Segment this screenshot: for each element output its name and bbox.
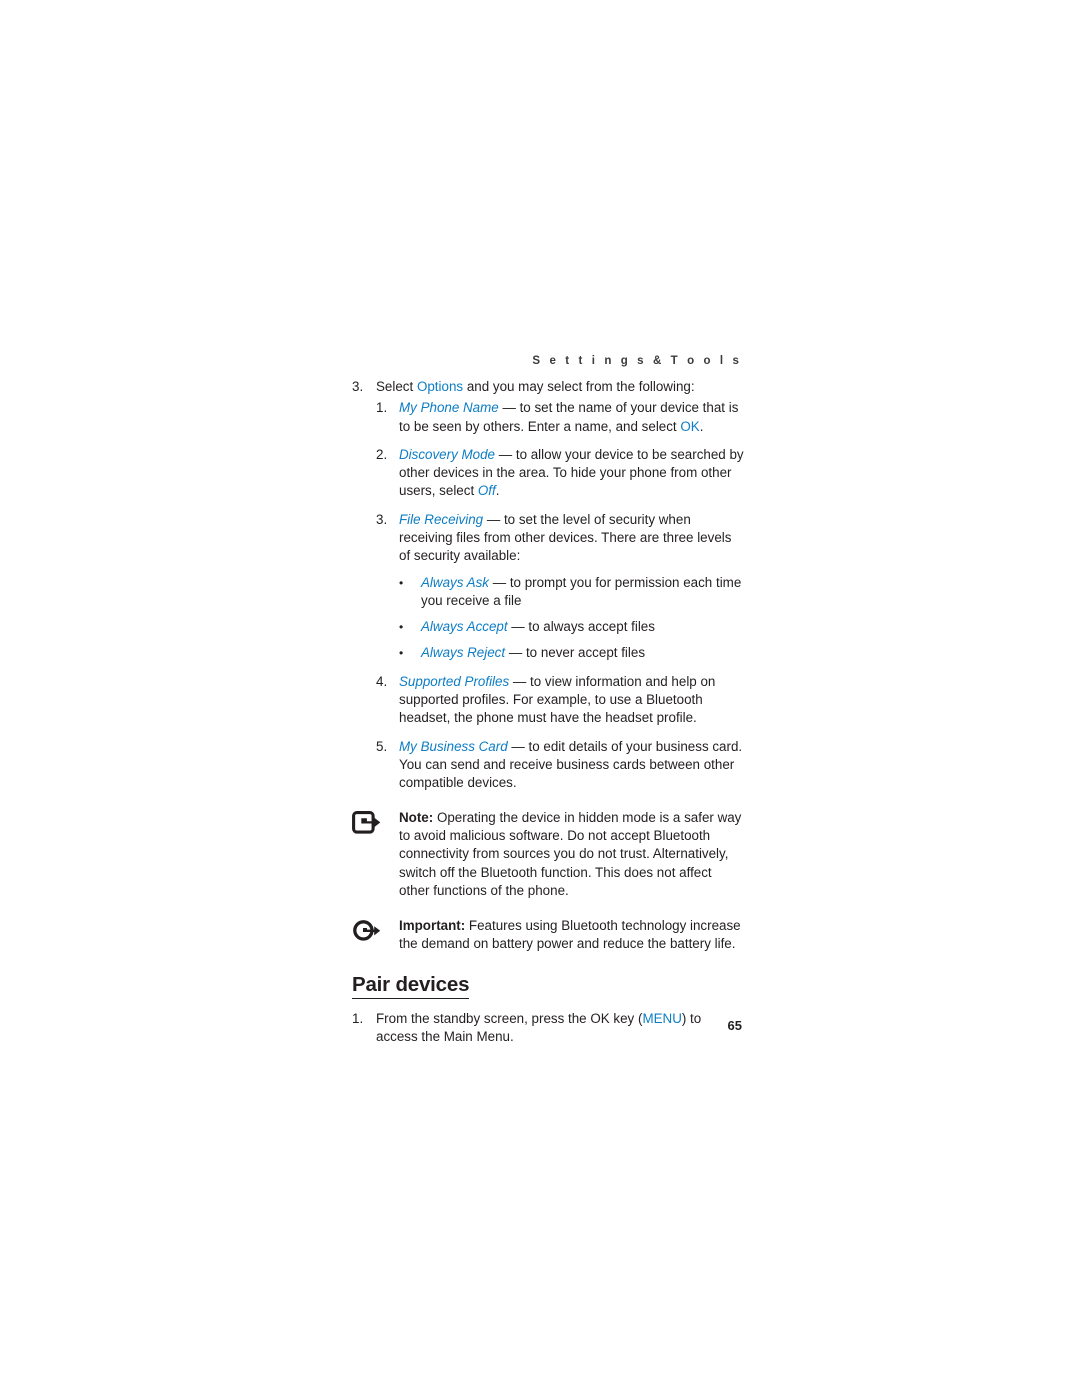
note-icon-cell — [352, 809, 399, 840]
em-dash: — — [505, 644, 526, 660]
running-header: S e t t i n g s & T o o l s — [532, 355, 742, 367]
option-tail: . — [699, 418, 704, 434]
list-text: Discovery Mode — to allow your device to… — [399, 446, 744, 501]
level-term: Always Reject — [421, 644, 506, 660]
important-callout: Important: Features using Bluetooth tech… — [352, 917, 744, 954]
options-keyword: Options — [416, 379, 464, 394]
list-text: My Business Card — to edit details of yo… — [399, 738, 744, 793]
option-term: Discovery Mode — [399, 446, 495, 462]
list-text: Select Options and you may select from t… — [376, 378, 744, 396]
list-text: File Receiving — to set the level of sec… — [399, 511, 744, 566]
page-number: 65 — [727, 1018, 742, 1033]
off-keyword: Off — [477, 483, 496, 499]
list-text: Supported Profiles — to view information… — [399, 673, 744, 728]
page-title: Pair devices — [352, 974, 469, 1000]
em-dash: — — [483, 511, 504, 527]
option-term: My Business Card — [399, 738, 508, 754]
option-term: My Phone Name — [399, 400, 499, 416]
section-heading-wrap: Pair devices — [352, 954, 744, 1000]
step3-post: and you may select from the following: — [463, 379, 695, 394]
list-marker: 1. — [376, 400, 388, 416]
list-marker: 3. — [376, 511, 388, 527]
option-term: Supported Profiles — [399, 673, 510, 689]
list-text: Always Ask — to prompt you for permissio… — [421, 574, 744, 611]
bullet-icon: • — [399, 619, 404, 634]
ok-keyword: OK — [680, 418, 700, 434]
step3-pre: Select — [376, 379, 417, 394]
em-dash: — — [495, 446, 516, 462]
list-item-option-4: 4. Supported Profiles — to view informat… — [376, 673, 744, 728]
important-icon-cell — [352, 917, 399, 948]
security-levels-list: • Always Ask — to prompt you for permiss… — [352, 574, 744, 662]
list-item-option-1: 1. My Phone Name — to set the name of yo… — [376, 399, 744, 436]
em-dash: — — [507, 738, 529, 754]
bullet-icon: • — [399, 645, 404, 660]
note-callout: Note: Operating the device in hidden mod… — [352, 809, 744, 900]
note-label: Note: — [399, 809, 434, 825]
list-marker: 3. — [352, 379, 364, 394]
list-item-bullet-always-reject: • Always Reject — to never accept files — [399, 644, 744, 662]
level-description: to always accept files — [528, 618, 655, 634]
document-page: S e t t i n g s & T o o l s 3. Select Op… — [0, 0, 1080, 1397]
em-dash: — — [509, 673, 531, 689]
list-item-option-2: 2. Discovery Mode — to allow your device… — [376, 446, 744, 501]
list-item-bullet-always-ask: • Always Ask — to prompt you for permiss… — [399, 574, 744, 611]
level-description: to never accept files — [525, 644, 646, 660]
level-term: Always Accept — [421, 618, 508, 634]
list-text: Always Reject — to never accept files — [421, 644, 744, 662]
list-text: My Phone Name — to set the name of your … — [399, 399, 744, 436]
option-tail: . — [495, 483, 500, 499]
bullet-icon: • — [399, 575, 404, 590]
list-item-bullet-always-accept: • Always Accept — to always accept files — [399, 618, 744, 636]
list-marker: 5. — [376, 738, 388, 754]
list-marker: 4. — [376, 673, 388, 689]
list-item-option-5: 5. My Business Card — to edit details of… — [376, 738, 744, 793]
em-dash: — — [498, 400, 520, 416]
em-dash: — — [507, 618, 529, 634]
important-text: Important: Features using Bluetooth tech… — [399, 917, 744, 954]
note-text: Note: Operating the device in hidden mod… — [399, 809, 744, 900]
list-text: Always Accept — to always accept files — [421, 618, 744, 636]
level-term: Always Ask — [421, 574, 489, 590]
em-dash: — — [488, 574, 510, 590]
list-item-option-3: 3. File Receiving — to set the level of … — [376, 511, 744, 566]
important-arrow-icon — [353, 920, 381, 941]
page-body: 3. Select Options and you may select fro… — [352, 378, 744, 1050]
note-body: Operating the device in hidden mode is a… — [399, 809, 742, 898]
list-marker: 2. — [376, 446, 388, 462]
important-label: Important: — [399, 918, 466, 934]
option-term: File Receiving — [399, 511, 484, 527]
list-item-step-3: 3. Select Options and you may select fro… — [352, 378, 744, 396]
note-arrow-icon — [352, 810, 381, 834]
